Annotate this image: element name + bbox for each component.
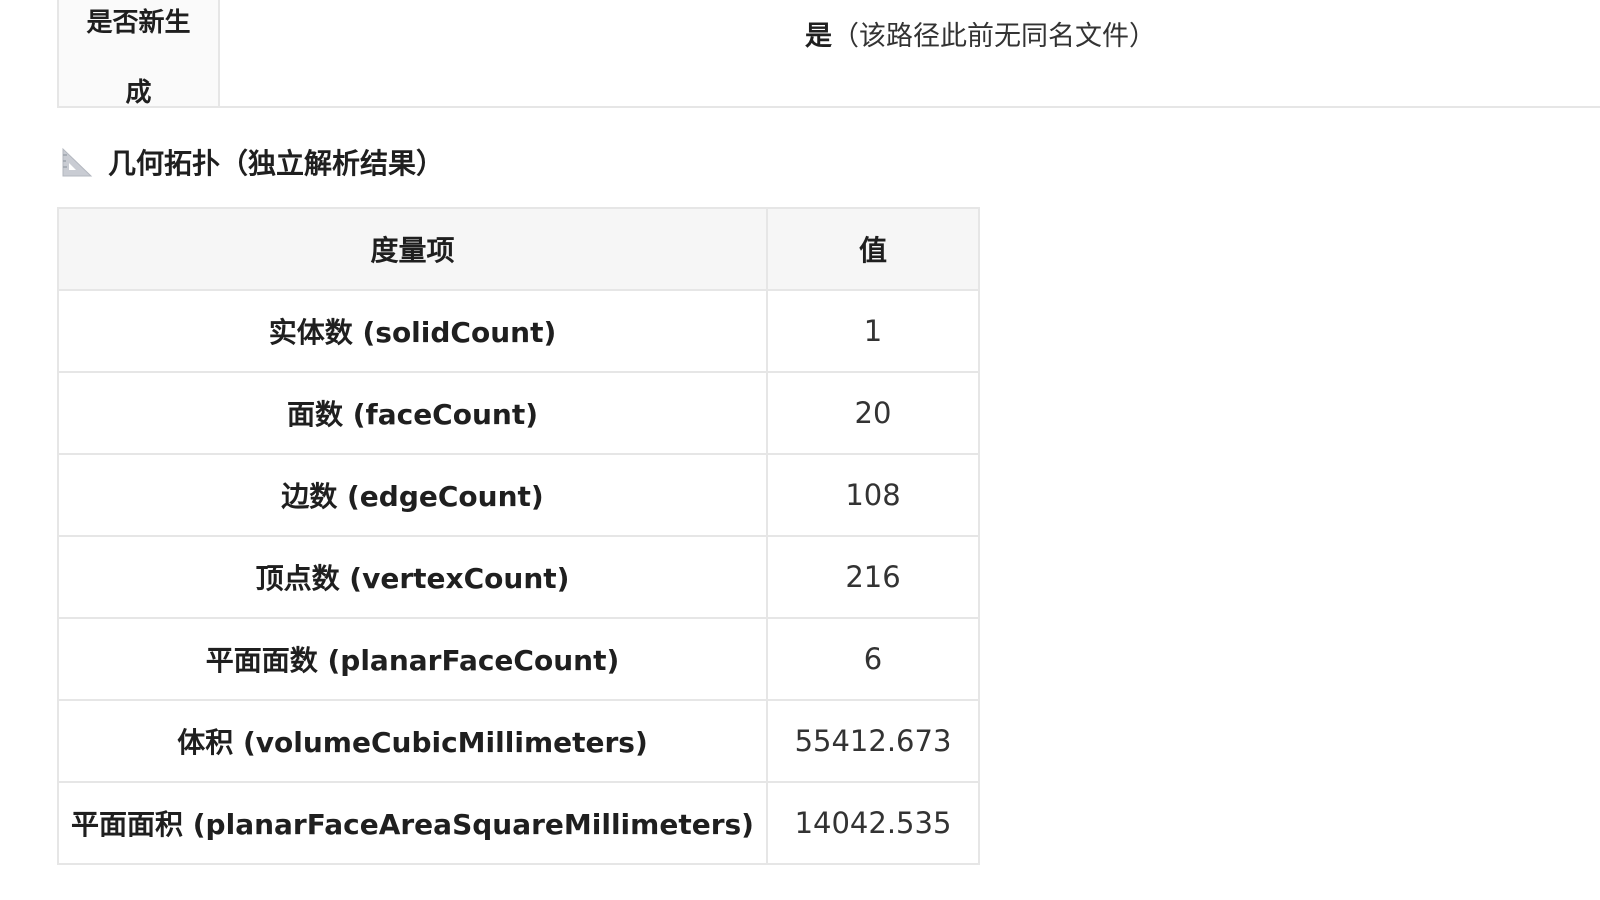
metric-cell: 顶点数 (vertexCount) [57,535,768,619]
table-row: 实体数 (solidCount) 1 [57,289,980,373]
column-header-metric: 度量项 [57,207,768,291]
geometry-topology-table: 度量项 值 实体数 (solidCount) 1 面数 (faceCount) … [57,207,980,865]
table-row: 平面面数 (planarFaceCount) 6 [57,617,980,701]
metric-cell: 面数 (faceCount) [57,371,768,455]
file-info-table: 是否新生 成 是（该路径此前无同名文件） [57,0,1600,108]
table-row: 体积 (volumeCubicMillimeters) 55412.673 [57,699,980,783]
value-cell: 55412.673 [766,699,980,783]
table-row: 顶点数 (vertexCount) 216 [57,535,980,619]
is-newly-generated-yes: 是 [805,21,832,52]
triangle-ruler-icon [62,147,93,177]
metric-cell: 平面面积 (planarFaceAreaSquareMillimeters) [57,781,768,865]
metric-cell: 实体数 (solidCount) [57,289,768,373]
is-newly-generated-label: 是否新生 成 [86,8,191,108]
metric-cell: 体积 (volumeCubicMillimeters) [57,699,768,783]
table-row: 平面面积 (planarFaceAreaSquareMillimeters) 1… [57,781,980,865]
file-info-label-cell: 是否新生 成 [59,0,220,108]
metric-cell: 平面面数 (planarFaceCount) [57,617,768,701]
table-row: 边数 (edgeCount) 108 [57,453,980,537]
value-cell: 14042.535 [766,781,980,865]
metric-cell: 边数 (edgeCount) [57,453,768,537]
value-cell: 1 [766,289,980,373]
value-cell: 20 [766,371,980,455]
value-cell: 108 [766,453,980,537]
value-cell: 216 [766,535,980,619]
value-cell: 6 [766,617,980,701]
file-info-value-cell: 是（该路径此前无同名文件） [220,0,1600,106]
table-header-row: 度量项 值 [57,207,980,291]
section-heading: 几何拓扑（独立解析结果） [60,140,444,184]
is-newly-generated-value: 是（该路径此前无同名文件） [805,14,1156,53]
column-header-value: 值 [766,207,980,291]
page: 是否新生 成 是（该路径此前无同名文件） 几何拓扑（独立解析结果） 度量项 值 [0,0,1600,900]
table-row: 面数 (faceCount) 20 [57,371,980,455]
section-title: 几何拓扑（独立解析结果） [108,147,445,180]
is-newly-generated-note: （该路径此前无同名文件） [832,21,1156,52]
